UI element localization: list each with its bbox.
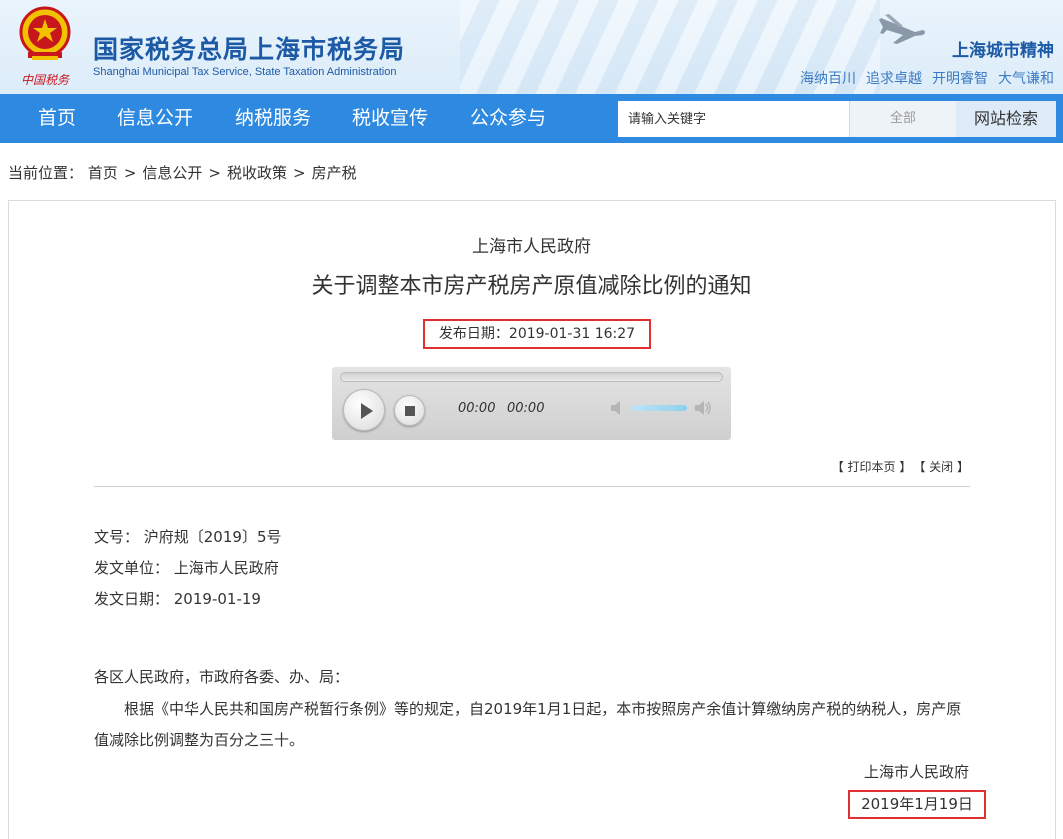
breadcrumb-separator: > — [208, 164, 221, 182]
signature: 上海市人民政府 — [863, 763, 969, 781]
site-header: 中国税务 国家税务总局上海市税务局 Shanghai Municipal Tax… — [0, 0, 1063, 94]
doc-number: 文号： 沪府规〔2019〕5号 — [94, 528, 282, 546]
search-scope-select[interactable]: 全部 — [849, 101, 956, 137]
audio-player: 00:00 00:00 — [332, 367, 731, 440]
breadcrumb-prefix: 当前位置： — [8, 164, 84, 182]
breadcrumb-link-home[interactable]: 首页 — [88, 164, 118, 182]
site-title[interactable]: 国家税务总局上海市税务局 — [93, 30, 405, 66]
signature-date: 2019年1月19日 — [848, 790, 986, 819]
close-page-link[interactable]: 【 关闭 】 — [919, 460, 969, 474]
play-button[interactable] — [343, 389, 385, 431]
city-mottos: 海纳百川 追求卓越 开明睿智 大气谦和 — [790, 68, 1054, 88]
divider — [94, 486, 970, 487]
audio-duration: 00:00 — [507, 401, 545, 416]
tax-emblem-icon[interactable]: 中国税务 — [14, 4, 76, 92]
motto: 追求卓越 — [866, 71, 922, 87]
stop-button[interactable] — [394, 395, 425, 426]
breadcrumb-separator: > — [293, 164, 306, 182]
motto: 海纳百川 — [800, 71, 856, 87]
publish-date: 发布日期：2019-01-31 16:27 — [423, 319, 651, 349]
print-page-link[interactable]: 【 打印本页 】 — [832, 460, 912, 474]
breadcrumb-link-property-tax[interactable]: 房产税 — [312, 164, 357, 182]
audio-current-time: 00:00 — [458, 401, 496, 416]
city-spirit-title: 上海城市精神 — [952, 41, 1054, 61]
airplane-icon — [879, 14, 925, 44]
issue-date: 发文日期： 2019-01-19 — [94, 590, 261, 608]
nav-item-tax-promotion[interactable]: 税收宣传 — [352, 94, 428, 143]
breadcrumb: 当前位置： 首页 > 信息公开 > 税收政策 > 房产税 — [8, 162, 357, 183]
breadcrumb-separator: > — [123, 164, 137, 182]
nav-item-home[interactable]: 首页 — [38, 94, 76, 143]
motto: 开明睿智 — [932, 71, 988, 87]
site-subtitle: Shanghai Municipal Tax Service, State Ta… — [93, 66, 397, 78]
issuing-unit: 发文单位： 上海市人民政府 — [94, 559, 279, 577]
nav-item-taxpayer-service[interactable]: 纳税服务 — [235, 94, 311, 143]
article-tools: 【 打印本页 】【 关闭 】 — [824, 458, 969, 475]
site-search-button[interactable]: 网站检索 — [956, 101, 1056, 137]
volume-slider[interactable] — [631, 405, 687, 411]
breadcrumb-link-tax-policy[interactable]: 税收政策 — [227, 164, 287, 182]
nav-item-public-participation[interactable]: 公众参与 — [470, 94, 546, 143]
audio-progress-bar[interactable] — [340, 372, 723, 382]
article-issuer: 上海市人民政府 — [472, 237, 591, 257]
motto: 大气谦和 — [998, 71, 1054, 87]
svg-text:中国税务: 中国税务 — [21, 73, 70, 87]
search-input[interactable] — [618, 101, 849, 137]
breadcrumb-link-info[interactable]: 信息公开 — [142, 164, 202, 182]
salutation: 各区人民政府，市政府各委、办、局： — [94, 668, 350, 686]
nav-item-info-disclosure[interactable]: 信息公开 — [117, 94, 193, 143]
article-title: 关于调整本市房产税房产原值减除比例的通知 — [311, 274, 752, 299]
volume-max-icon[interactable] — [694, 400, 712, 416]
play-icon — [361, 403, 373, 419]
stop-icon — [405, 406, 415, 416]
article-paragraph: 根据《中华人民共和国房产税暂行条例》等的规定，自2019年1月1日起，本市按照房… — [94, 700, 962, 749]
mute-icon[interactable] — [610, 400, 628, 416]
